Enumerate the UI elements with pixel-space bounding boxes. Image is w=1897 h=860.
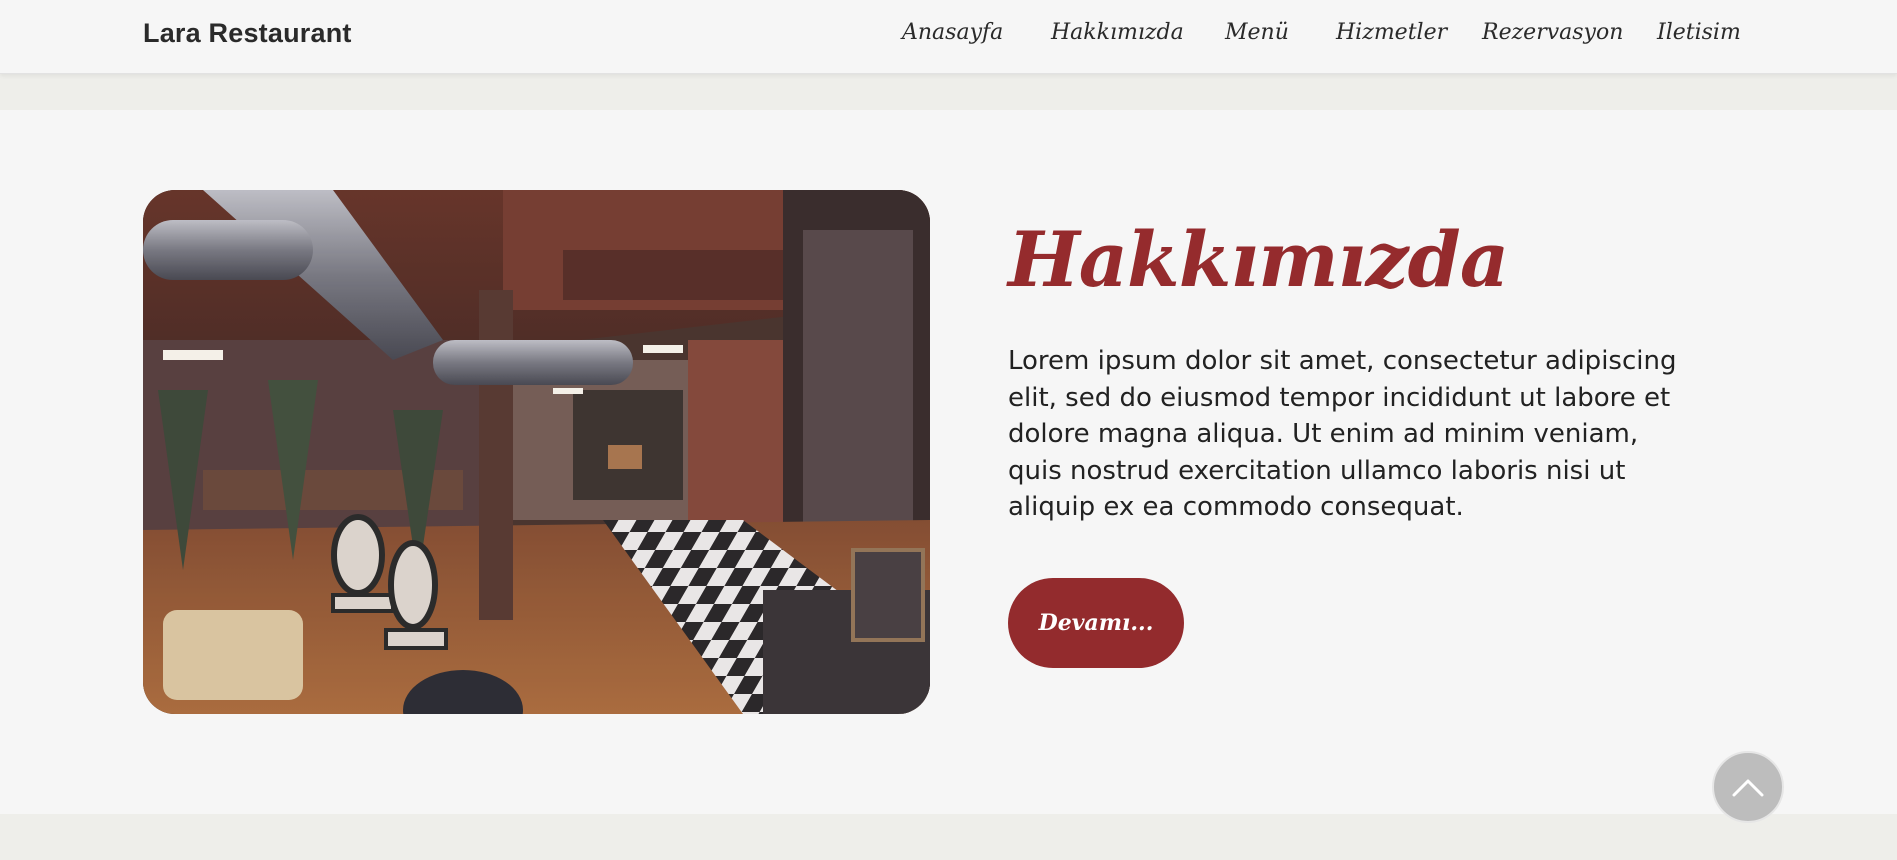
read-more-button[interactable]: Devamı... bbox=[1008, 578, 1184, 668]
navbar: Lara Restaurant Anasayfa Hakkımızda Menü… bbox=[0, 0, 1897, 74]
scroll-to-top-button[interactable] bbox=[1712, 751, 1784, 823]
nav-link-contact[interactable]: Iletisim bbox=[1657, 20, 1741, 45]
about-section: Hakkımızda Lorem ipsum dolor sit amet, c… bbox=[0, 110, 1897, 814]
brand-logo[interactable]: Lara Restaurant bbox=[143, 18, 352, 49]
nav-link-menu[interactable]: Menü bbox=[1225, 20, 1289, 45]
nav-link-reservation[interactable]: Rezervasyon bbox=[1482, 20, 1623, 45]
restaurant-photo bbox=[143, 190, 930, 714]
nav-link-about[interactable]: Hakkımızda bbox=[1051, 20, 1184, 45]
chevron-up-icon bbox=[1732, 779, 1764, 797]
nav-link-home[interactable]: Anasayfa bbox=[902, 20, 1003, 45]
nav-link-services[interactable]: Hizmetler bbox=[1336, 20, 1447, 45]
about-title: Hakkımızda bbox=[1008, 215, 1509, 304]
about-text: Lorem ipsum dolor sit amet, consectetur … bbox=[1008, 346, 1677, 522]
